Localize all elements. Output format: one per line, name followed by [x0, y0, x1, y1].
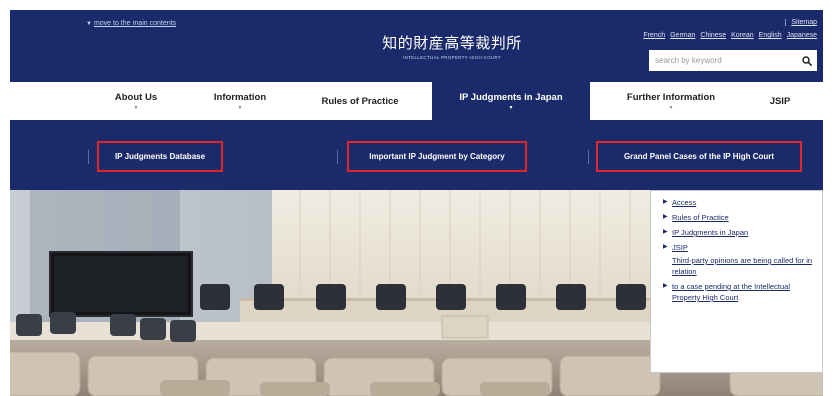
sub-nav-divider — [588, 150, 589, 164]
page: ▼ move to the main contents 知的財産高等裁判所 INT… — [0, 0, 833, 396]
lang-french[interactable]: French — [643, 32, 665, 39]
nav-information-label: Information — [213, 91, 267, 103]
nav-ip-judgments-in-japan[interactable]: IP Judgments in Japan ▼ — [432, 82, 590, 120]
skip-link-label: move to the main contents — [93, 20, 177, 27]
nav-further-information-label: Further Information — [626, 91, 716, 103]
nav-about-us[interactable]: About Us ▼ — [86, 82, 186, 120]
subnav-grand-panel-cases-label: Grand Panel Cases of the IP High Court — [623, 152, 775, 161]
chevron-down-icon: ▼ — [508, 104, 514, 111]
logo-english-text: INTELLECTUAL PROPERTY HIGH COURT — [403, 55, 501, 60]
nav-ip-judgments-label: IP Judgments in Japan — [459, 91, 563, 103]
popup-item-ip-judgments-label: IP Judgments in Japan — [672, 228, 749, 237]
subnav-important-ip-judgment-label: Important IP Judgment by Category — [369, 152, 505, 161]
site-header: ▼ move to the main contents 知的財産高等裁判所 INT… — [10, 10, 823, 82]
nav-rules-of-practice-label: Rules of Practice — [321, 95, 399, 107]
chevron-down-icon: ▼ — [237, 104, 243, 111]
nav-jsip[interactable]: JSIP — [750, 82, 810, 120]
sub-nav: IP Judgments Database Important IP Judgm… — [10, 120, 823, 190]
subnav-important-ip-judgment-by-category[interactable]: Important IP Judgment by Category — [347, 141, 527, 172]
triangle-bullet-icon: ▶ — [663, 283, 668, 289]
triangle-bullet-icon: ▶ — [663, 214, 668, 220]
popup-item-pending-case-label: to a case pending at the Intellectual Pr… — [672, 282, 791, 302]
nav-information[interactable]: Information ▼ — [190, 82, 290, 120]
lang-chinese[interactable]: Chinese — [700, 32, 726, 39]
search-icon — [802, 55, 812, 66]
nav-jsip-label: JSIP — [769, 95, 791, 107]
lang-german[interactable]: German — [670, 32, 695, 39]
nav-about-us-label: About Us — [114, 91, 158, 103]
popup-item-pending-case[interactable]: ▶ to a case pending at the Intellectual … — [663, 281, 814, 303]
skip-to-content-link[interactable]: ▼ move to the main contents — [86, 20, 176, 27]
sub-nav-divider — [337, 150, 338, 164]
popup-menu: ▶ Access ▶ Rules of Practice ▶ IP Judgme… — [650, 190, 823, 373]
lang-korean[interactable]: Korean — [731, 32, 754, 39]
subnav-grand-panel-cases[interactable]: Grand Panel Cases of the IP High Court — [596, 141, 802, 172]
arrow-down-icon: ▼ — [86, 21, 92, 27]
triangle-bullet-icon: ▶ — [663, 199, 668, 205]
popup-item-jsip[interactable]: ▶ JSIP — [663, 242, 814, 253]
subnav-ip-judgments-database-label: IP Judgments Database — [114, 152, 206, 161]
popup-item-ip-judgments[interactable]: ▶ IP Judgments in Japan — [663, 227, 814, 238]
chevron-down-icon: ▼ — [668, 104, 674, 111]
logo-japanese-text: 知的財産高等裁判所 — [382, 34, 522, 52]
sitemap-link[interactable]: Sitemap — [785, 19, 817, 26]
subnav-ip-judgments-database[interactable]: IP Judgments Database — [97, 141, 223, 172]
popup-item-access[interactable]: ▶ Access — [663, 197, 814, 208]
popup-item-jsip-label: JSIP — [672, 243, 688, 252]
site-logo[interactable]: 知的財産高等裁判所 INTELLECTUAL PROPERTY HIGH COU… — [362, 32, 542, 60]
language-links: French German Chinese Korean English Jap… — [643, 32, 817, 39]
site-frame: ▼ move to the main contents 知的財産高等裁判所 INT… — [10, 10, 823, 396]
nav-further-information[interactable]: Further Information ▼ — [608, 82, 734, 120]
triangle-bullet-icon: ▶ — [663, 244, 668, 250]
popup-item-rules-label: Rules of Practice — [672, 213, 729, 222]
search-input[interactable] — [649, 50, 797, 71]
triangle-bullet-icon: ▶ — [663, 229, 668, 235]
nav-rules-of-practice[interactable]: Rules of Practice — [300, 82, 420, 120]
main-nav: About Us ▼ Information ▼ Rules of Practi… — [10, 82, 823, 120]
search-button[interactable] — [797, 50, 817, 71]
lang-japanese[interactable]: Japanese — [787, 32, 817, 39]
popup-note-third-party-opinions[interactable]: Third-party opinions are being called fo… — [663, 255, 814, 277]
chevron-down-icon: ▼ — [133, 104, 139, 111]
popup-item-access-label: Access — [672, 198, 697, 207]
lang-english[interactable]: English — [759, 32, 782, 39]
search-box — [649, 50, 817, 71]
sub-nav-divider — [88, 150, 89, 164]
popup-item-rules-of-practice[interactable]: ▶ Rules of Practice — [663, 212, 814, 223]
